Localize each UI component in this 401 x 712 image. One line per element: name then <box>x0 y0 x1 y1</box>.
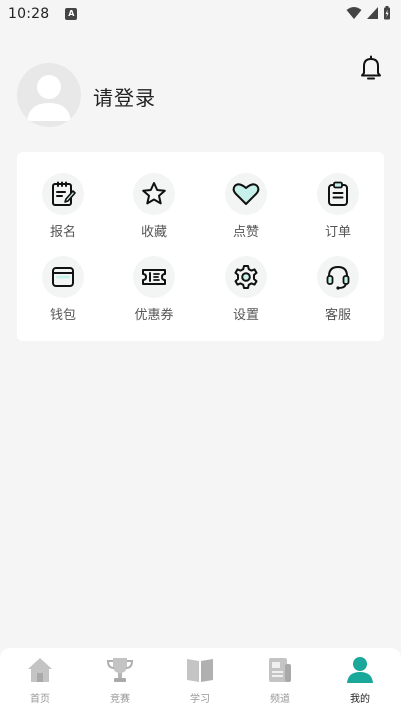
menu-item-label: 客服 <box>324 308 351 323</box>
book-icon <box>187 659 213 682</box>
menu-item-wallet[interactable]: 钱包 <box>28 256 98 326</box>
menu-item-label: 订单 <box>324 225 351 240</box>
nav-tab-channel[interactable]: 频道 <box>240 654 320 710</box>
menu-card: 报名 收藏 点赞 订单 钱包 优惠券 设置 客服 <box>17 152 384 341</box>
news-icon <box>269 658 291 682</box>
bottom-nav: 首页 竞赛 学习 频道 我的 <box>0 648 401 712</box>
home-icon <box>28 658 52 682</box>
register-icon <box>52 181 76 206</box>
battery-icon <box>384 6 390 20</box>
nav-label: 首页 <box>30 694 50 705</box>
status-indicators <box>346 6 391 20</box>
notification-badge-icon: A <box>65 8 78 20</box>
status-bar: 10:28 A <box>0 0 401 28</box>
wifi-icon <box>346 7 362 19</box>
menu-item-label: 报名 <box>49 225 76 240</box>
menu-item-settings[interactable]: 设置 <box>211 256 281 326</box>
trophy-icon <box>106 658 134 682</box>
gear-icon <box>234 265 258 289</box>
menu-item-customer-service[interactable]: 客服 <box>303 256 373 326</box>
signal-icon <box>367 7 378 19</box>
menu-item-label: 设置 <box>232 308 259 323</box>
coupon-icon <box>142 269 166 285</box>
headset-icon <box>326 265 350 290</box>
nav-tab-home[interactable]: 首页 <box>0 654 80 710</box>
heart-icon <box>232 183 260 205</box>
menu-item-favorites[interactable]: 收藏 <box>119 173 189 243</box>
nav-tab-study[interactable]: 学习 <box>160 654 240 710</box>
nav-label: 频道 <box>270 694 290 705</box>
status-time: 10:28 <box>8 6 50 22</box>
user-icon <box>347 657 373 683</box>
nav-label: 学习 <box>190 694 210 705</box>
nav-tab-competition[interactable]: 竞赛 <box>80 654 160 710</box>
nav-tab-mine[interactable]: 我的 <box>320 654 400 710</box>
nav-label: 我的 <box>350 694 370 705</box>
star-icon <box>142 182 166 205</box>
menu-item-label: 优惠券 <box>134 308 174 323</box>
notification-bell-button[interactable] <box>358 54 384 82</box>
clipboard-icon <box>328 181 348 206</box>
menu-item-likes[interactable]: 点赞 <box>211 173 281 243</box>
menu-item-orders[interactable]: 订单 <box>303 173 373 243</box>
nav-label: 竞赛 <box>110 694 130 705</box>
default-avatar-icon <box>27 75 71 121</box>
menu-item-label: 点赞 <box>232 225 259 240</box>
avatar[interactable] <box>17 63 81 127</box>
wallet-icon <box>52 267 74 287</box>
login-prompt[interactable]: 请登录 <box>93 82 156 111</box>
bell-icon <box>361 55 381 80</box>
menu-item-label: 收藏 <box>140 225 167 240</box>
menu-item-coupons[interactable]: 优惠券 <box>119 256 189 326</box>
menu-item-register[interactable]: 报名 <box>28 173 98 243</box>
menu-item-label: 钱包 <box>49 308 76 323</box>
